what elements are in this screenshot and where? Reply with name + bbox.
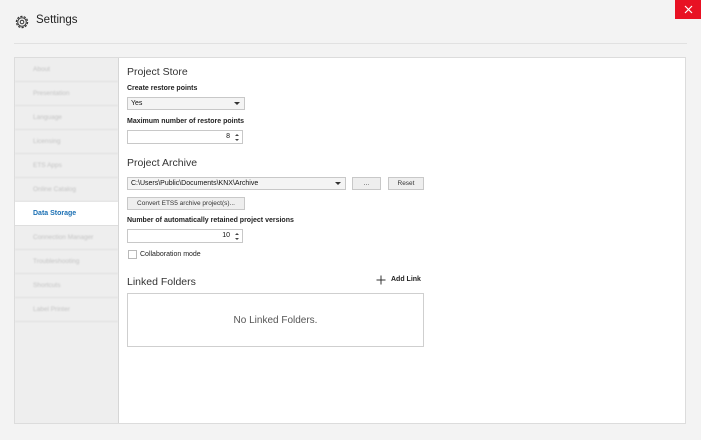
sidebar-item-licensing[interactable]: Licensing (15, 130, 118, 154)
collaboration-mode-label: Collaboration mode (140, 251, 201, 258)
restore-points-select[interactable]: Yes (127, 97, 245, 110)
linked-folders-list: No Linked Folders. (127, 293, 424, 347)
chevron-down-icon (234, 102, 240, 105)
reset-button[interactable]: Reset (388, 177, 424, 190)
stepper-down-icon[interactable] (235, 238, 239, 240)
stepper-up-icon[interactable] (235, 134, 239, 136)
sidebar-item-troubleshooting[interactable]: Troubleshooting (15, 250, 118, 274)
retained-versions-stepper[interactable]: 10 (127, 229, 243, 243)
data-storage-content: Project Store Create restore points Yes … (119, 58, 685, 423)
settings-panel: About Presentation Language Licensing ET… (14, 57, 686, 424)
stepper-up-icon[interactable] (235, 233, 239, 235)
sidebar: About Presentation Language Licensing ET… (15, 58, 119, 423)
sidebar-item-ets-apps[interactable]: ETS Apps (15, 154, 118, 178)
empty-state-text: No Linked Folders. (233, 314, 318, 326)
convert-archive-button[interactable]: Convert ETS5 archive project(s)... (127, 197, 245, 210)
window-title: Settings (36, 14, 78, 26)
plus-icon (376, 275, 386, 285)
header-divider (14, 43, 687, 44)
gear-icon (15, 15, 29, 29)
max-restore-points-stepper[interactable]: 8 (127, 130, 243, 144)
sidebar-item-label-printer[interactable]: Label Printer (15, 298, 118, 322)
archive-path-select[interactable]: C:\Users\Public\Documents\KNX\Archive (127, 177, 346, 190)
linked-folders-heading: Linked Folders (127, 276, 196, 288)
sidebar-item-about[interactable]: About (15, 58, 118, 82)
project-archive-heading: Project Archive (127, 157, 198, 169)
close-icon (684, 5, 692, 14)
chevron-down-icon (335, 182, 341, 185)
sidebar-item-shortcuts[interactable]: Shortcuts (15, 274, 118, 298)
retained-versions-label: Number of automatically retained project… (127, 217, 294, 224)
retained-versions-value: 10 (222, 232, 230, 239)
collaboration-mode-checkbox[interactable] (128, 250, 137, 259)
max-restore-points-label: Maximum number of restore points (127, 118, 245, 125)
sidebar-item-online-catalog[interactable]: Online Catalog (15, 178, 118, 202)
sidebar-item-data-storage[interactable]: Data Storage (15, 202, 118, 226)
stepper-down-icon[interactable] (235, 139, 239, 141)
max-restore-points-value: 8 (226, 133, 230, 140)
project-store-heading: Project Store (127, 66, 188, 78)
archive-path-value: C:\Users\Public\Documents\KNX\Archive (131, 180, 259, 187)
add-link-label: Add Link (391, 276, 421, 283)
sidebar-item-connection-manager[interactable]: Connection Manager (15, 226, 118, 250)
browse-button[interactable]: ... (352, 177, 381, 190)
close-button[interactable] (675, 0, 701, 19)
sidebar-item-language[interactable]: Language (15, 106, 118, 130)
restore-points-value: Yes (131, 100, 143, 107)
restore-points-label: Create restore points (127, 85, 198, 92)
window-header: Settings (0, 0, 701, 44)
sidebar-item-presentation[interactable]: Presentation (15, 82, 118, 106)
